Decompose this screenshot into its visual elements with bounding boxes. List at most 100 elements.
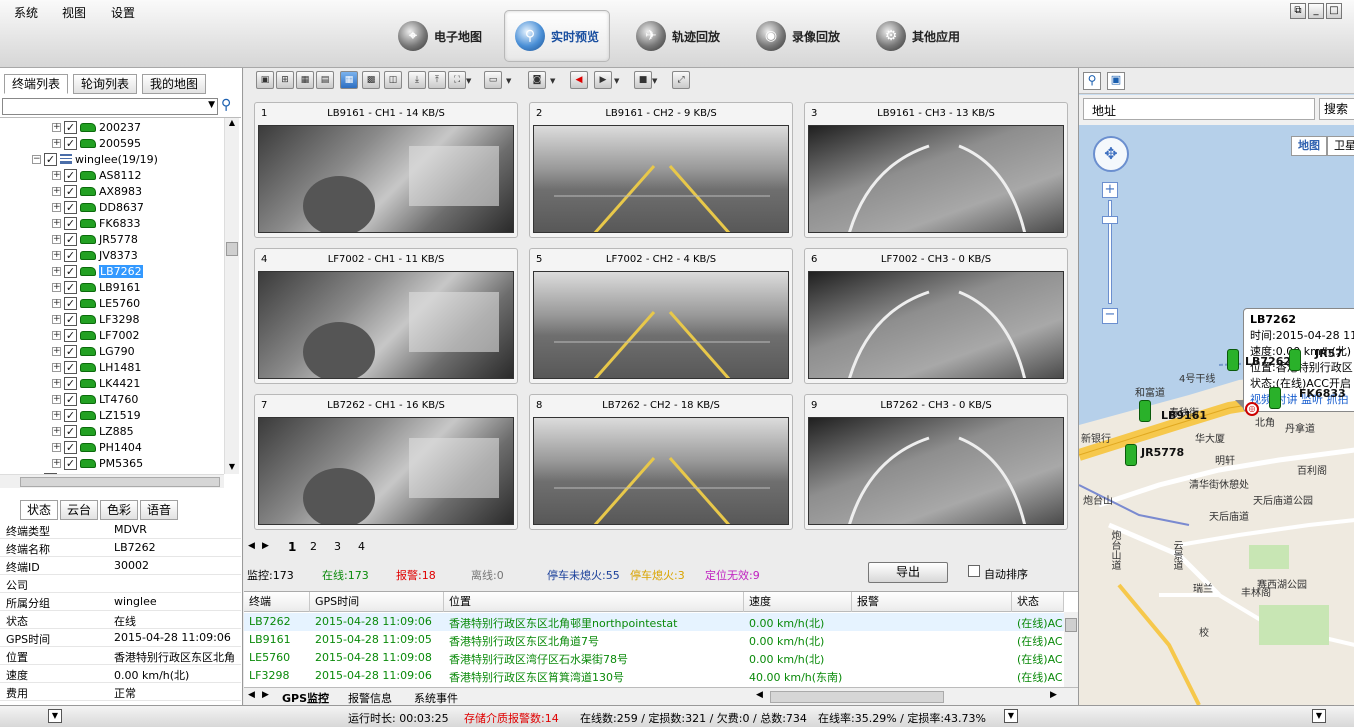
table-header-cell[interactable]: 报警 <box>852 592 1012 612</box>
video-cell[interactable]: 2 LB9161 - CH2 - 9 KB/S <box>529 102 793 238</box>
tree-node[interactable]: + ✓ AS8112 <box>52 167 142 183</box>
table-row[interactable]: LE5760 2015-04-28 11:09:08 香港特别行政区湾仔区石水渠街7… <box>244 649 1064 667</box>
layout-1-icon[interactable]: ▣ <box>256 71 274 89</box>
tree-node[interactable]: + ✓ LH1481 <box>52 359 141 375</box>
restore-icon[interactable]: ⧉ <box>1290 3 1306 19</box>
snapshot-icon[interactable]: ◙ <box>528 71 546 89</box>
tabs-prev-icon[interactable]: ◀ <box>248 690 255 700</box>
tree-checkbox[interactable]: ✓ <box>64 216 77 230</box>
layout-9-icon[interactable]: ▦ <box>340 71 358 89</box>
terminal-search-input[interactable]: ▼ <box>2 98 218 115</box>
tree-checkbox[interactable]: ✓ <box>64 120 77 134</box>
table-header-cell[interactable]: GPS时间 <box>310 592 444 612</box>
table-header-cell[interactable]: 终端 <box>244 592 310 612</box>
layout-custom-icon[interactable]: ◫ <box>384 71 402 89</box>
tree-node[interactable]: + ✓ LF7002 <box>52 327 139 343</box>
tab-voice[interactable]: 语音 <box>140 500 178 520</box>
maximize-icon[interactable]: □ <box>1326 3 1342 19</box>
map-canvas[interactable] <box>1079 125 1354 705</box>
expand-icon[interactable]: + <box>52 330 61 340</box>
layout-save-icon[interactable]: ⤓ <box>408 71 426 89</box>
tree-node[interactable]: + ✓ LE5760 <box>52 295 140 311</box>
tree-node[interactable]: + ✓ AX8983 <box>52 183 142 199</box>
video-cell[interactable]: 5 LF7002 - CH2 - 4 KB/S <box>529 248 793 384</box>
expand-icon[interactable]: + <box>52 186 61 196</box>
tab-poll-list[interactable]: 轮询列表 <box>73 74 137 94</box>
page-tab-3[interactable]: 3 <box>334 540 341 553</box>
expand-icon[interactable]: + <box>52 314 61 324</box>
table-row[interactable]: LB9161 2015-04-28 11:09:05 香港特别行政区东区北角道7号 0… <box>244 631 1064 649</box>
tree-checkbox[interactable]: ✓ <box>64 184 77 198</box>
menu-view[interactable]: 视图 <box>62 4 86 21</box>
expand-icon[interactable]: ⤢ <box>672 71 690 89</box>
tree-checkbox[interactable]: ✓ <box>64 296 77 310</box>
map-vehicle-icon[interactable] <box>1269 387 1281 409</box>
expand-icon[interactable]: + <box>52 298 61 308</box>
tree-node[interactable]: + ✓ JV8373 <box>52 247 138 263</box>
minimize-icon[interactable]: _ <box>1308 3 1324 19</box>
expand-icon[interactable]: + <box>52 346 61 356</box>
scroll-down-icon[interactable]: ▼ <box>226 462 238 474</box>
tab-terminal-list[interactable]: 终端列表 <box>4 74 68 94</box>
tree-hscroll-thumb[interactable] <box>20 477 220 487</box>
status-center-toggle-icon[interactable]: ▼ <box>1004 709 1018 723</box>
table-header-cell[interactable]: 位置 <box>444 592 744 612</box>
nav-live-preview[interactable]: ⚲ 实时预览 <box>504 10 611 62</box>
tree-node[interactable]: + ✓ 200595 <box>52 135 141 151</box>
tabs-next-icon[interactable]: ▶ <box>262 690 269 700</box>
dropdown-arrow-icon[interactable]: ▼ <box>614 77 623 86</box>
stop-icon[interactable]: ■ <box>634 71 652 89</box>
expand-icon[interactable]: + <box>52 378 61 388</box>
table-scrollbar[interactable] <box>1064 612 1078 688</box>
export-button[interactable]: 导出 <box>868 562 948 583</box>
tree-checkbox[interactable]: ✓ <box>64 200 77 214</box>
layout-4-icon[interactable]: ⊞ <box>276 71 294 89</box>
map-vehicle-icon[interactable] <box>1289 349 1301 371</box>
tree-checkbox[interactable]: ✓ <box>64 424 77 438</box>
menu-system[interactable]: 系统 <box>14 4 38 21</box>
nav-other-apps[interactable]: ⚙ 其他应用 <box>866 10 970 62</box>
tree-scroll-thumb[interactable] <box>226 242 238 256</box>
tree-node[interactable]: + ✓ FK6833 <box>52 215 141 231</box>
video-cell[interactable]: 4 LF7002 - CH1 - 11 KB/S <box>254 248 518 384</box>
expand-icon[interactable]: + <box>52 122 61 132</box>
video-cell[interactable]: 9 LB7262 - CH3 - 0 KB/S <box>804 394 1068 530</box>
expand-icon[interactable]: + <box>52 250 61 260</box>
save-icon[interactable]: ▣ <box>1107 72 1125 90</box>
tree-checkbox[interactable]: ✓ <box>64 408 77 422</box>
expand-icon[interactable]: − <box>32 154 41 164</box>
tab-system-events[interactable]: 系统事件 <box>414 690 458 706</box>
tree-checkbox[interactable]: ✓ <box>64 280 77 294</box>
expand-icon[interactable]: + <box>52 218 61 228</box>
fullscreen-mode-icon[interactable]: ⛶ <box>448 71 466 89</box>
map-vehicle-icon[interactable] <box>1227 349 1239 371</box>
tree-node[interactable]: + ✓ LF3298 <box>52 311 139 327</box>
expand-icon[interactable]: + <box>52 138 61 148</box>
tree-node[interactable]: − ✓ winglee(19/19) <box>32 151 158 167</box>
page-tab-1[interactable]: 1 <box>288 540 296 554</box>
expand-icon[interactable]: + <box>52 282 61 292</box>
dropdown-arrow-icon[interactable]: ▼ <box>208 100 215 110</box>
pager-prev-icon[interactable]: ◀ <box>248 541 255 551</box>
expand-icon[interactable]: + <box>52 170 61 180</box>
expand-icon[interactable]: + <box>52 458 61 468</box>
tree-checkbox[interactable]: ✓ <box>44 152 57 166</box>
tab-color[interactable]: 色彩 <box>100 500 138 520</box>
video-cell[interactable]: 6 LF7002 - CH3 - 0 KB/S <box>804 248 1068 384</box>
tree-checkbox[interactable]: ✓ <box>64 392 77 406</box>
expand-icon[interactable]: + <box>52 266 61 276</box>
video-cell[interactable]: 3 LB9161 - CH3 - 13 KB/S <box>804 102 1068 238</box>
tree-node[interactable]: + ✓ JR5778 <box>52 231 138 247</box>
pan-control-icon[interactable]: ✥ <box>1093 136 1129 172</box>
tree-node[interactable]: + ✓ LZ1519 <box>52 407 141 423</box>
table-scroll-thumb[interactable] <box>1065 618 1077 632</box>
map-search-icon[interactable]: ⚲ <box>1083 72 1101 90</box>
tree-checkbox[interactable]: ✓ <box>64 168 77 182</box>
tree-checkbox[interactable]: ✓ <box>64 328 77 342</box>
expand-icon[interactable]: + <box>52 410 61 420</box>
video-cell[interactable]: 1 LB9161 - CH1 - 14 KB/S <box>254 102 518 238</box>
table-hscroll-thumb[interactable] <box>770 691 944 703</box>
tree-checkbox[interactable]: ✓ <box>64 248 77 262</box>
table-row[interactable]: LB7262 2015-04-28 11:09:06 香港特别行政区东区北角邨里no… <box>244 613 1064 631</box>
tree-node[interactable]: + ✓ LZ885 <box>52 423 134 439</box>
